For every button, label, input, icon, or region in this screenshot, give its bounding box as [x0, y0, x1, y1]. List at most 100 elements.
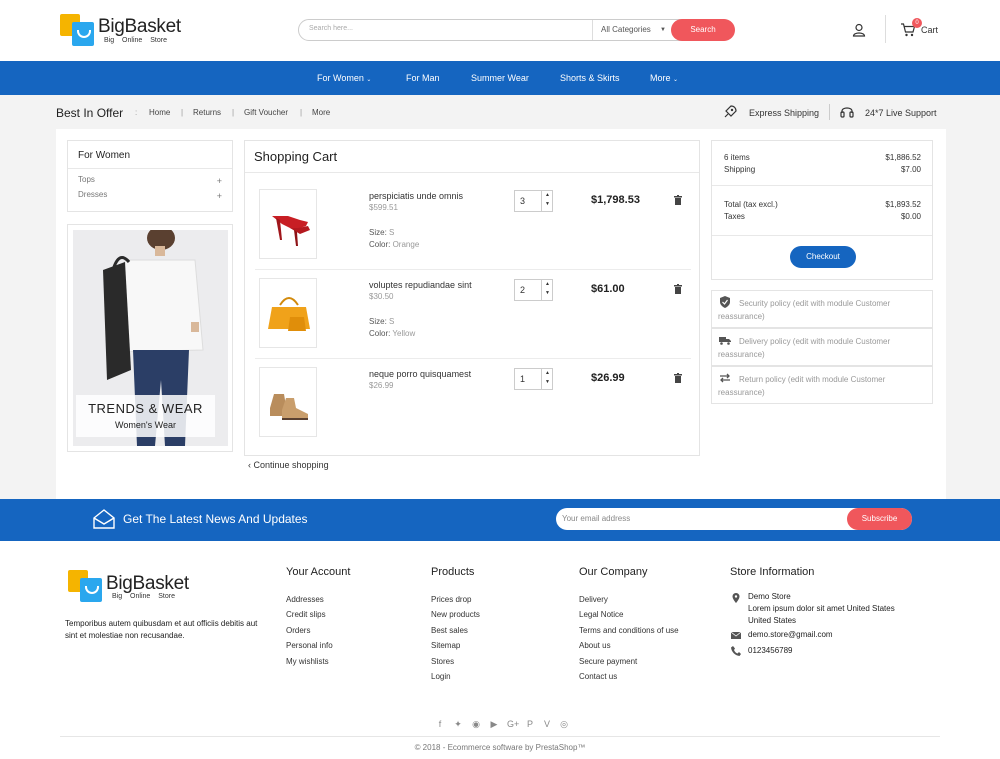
footer-link[interactable]: Addresses [286, 595, 324, 604]
quantity-stepper[interactable]: 3 ▲ ▼ [514, 190, 553, 212]
product-thumbnail[interactable] [259, 278, 317, 348]
footer-logo[interactable]: BigBasket Big Online Store [68, 567, 208, 607]
footer-link[interactable]: Orders [286, 626, 310, 635]
chevron-down-icon[interactable]: ▼ [545, 201, 550, 207]
newsletter-bar: Get The Latest News And Updates Your ema… [0, 499, 1000, 541]
quantity-arrows[interactable]: ▲ ▼ [541, 369, 553, 389]
footer-link[interactable]: Delivery [579, 595, 608, 604]
footer-link[interactable]: About us [579, 641, 611, 650]
footer-link[interactable]: Best sales [431, 626, 468, 635]
total-value: $1,893.52 [885, 200, 921, 209]
breadcrumb-separator: | [232, 108, 235, 117]
copyright: © 2018 - Ecommerce software by PrestaSho… [414, 743, 586, 752]
chevron-up-icon[interactable]: ▲ [545, 281, 550, 287]
nav-item-for-women[interactable]: For Women ⌄ [317, 61, 371, 95]
store-email[interactable]: demo.store@gmail.com [748, 629, 833, 641]
breadcrumb-returns[interactable]: Returns [193, 108, 221, 117]
quantity-arrows[interactable]: ▲ ▼ [541, 280, 553, 300]
reassurance-text: Security policy (edit with module Custom… [718, 299, 891, 321]
search-button[interactable]: Search [671, 19, 735, 41]
pinterest-icon[interactable]: P [525, 719, 535, 729]
quantity-arrows[interactable]: ▲ ▼ [541, 191, 553, 211]
category-item-dresses[interactable]: Dresses [78, 190, 107, 199]
footer-link[interactable]: Terms and conditions of use [579, 626, 679, 635]
expand-plus-icon[interactable]: + [217, 176, 222, 186]
footer-link[interactable]: Login [431, 672, 451, 681]
footer-link[interactable]: Sitemap [431, 641, 460, 650]
product-name[interactable]: voluptes repudiandae sint [369, 280, 472, 290]
search-input[interactable]: Search here... [309, 25, 353, 32]
footer-link[interactable]: Personal info [286, 641, 333, 650]
promo-banner[interactable]: TRENDS & WEAR Women's Wear [67, 224, 233, 452]
google-plus-icon[interactable]: G+ [507, 719, 519, 729]
newsletter-email-input[interactable]: Your email address [562, 514, 630, 523]
trash-icon[interactable] [674, 284, 682, 294]
logo-subtitle: Big Online Store [104, 37, 167, 44]
product-color: Color: Orange [369, 240, 420, 249]
promo-subtitle: Women's Wear [115, 420, 176, 430]
chevron-down-icon[interactable]: ▼ [545, 379, 550, 385]
brown-shoes-image [270, 394, 308, 420]
nav-item-summer-wear[interactable]: Summer Wear [471, 61, 529, 95]
quantity-value[interactable]: 3 [520, 196, 525, 206]
footer-link[interactable]: Credit slips [286, 610, 326, 619]
chevron-down-icon[interactable]: ▼ [545, 290, 550, 296]
twitter-icon[interactable]: ✦ [453, 719, 463, 729]
promo-caption: TRENDS & WEAR Women's Wear [76, 395, 215, 437]
quantity-stepper[interactable]: 1 ▲ ▼ [514, 368, 553, 390]
footer-link[interactable]: New products [431, 610, 480, 619]
footer-link[interactable]: My wishlists [286, 657, 329, 666]
subscribe-button[interactable]: Subscribe [847, 508, 912, 530]
nav-item-more[interactable]: More ⌄ [650, 61, 678, 95]
reassurance-text: Return policy (edit with module Customer… [718, 375, 886, 397]
trash-icon[interactable] [674, 373, 682, 383]
category-item-tops[interactable]: Tops [78, 175, 95, 184]
quantity-stepper[interactable]: 2 ▲ ▼ [514, 279, 553, 301]
category-title[interactable]: For Women [78, 150, 130, 161]
quantity-value[interactable]: 1 [520, 374, 525, 384]
nav-item-for-man[interactable]: For Man [406, 61, 440, 95]
chevron-up-icon[interactable]: ▲ [545, 192, 550, 198]
newsletter-form: Your email address Subscribe [556, 508, 912, 530]
rss-icon[interactable]: ◉ [471, 719, 481, 729]
footer-link[interactable]: Contact us [579, 672, 617, 681]
quantity-value[interactable]: 2 [520, 285, 525, 295]
nav-item-shorts-skirts[interactable]: Shorts & Skirts [560, 61, 620, 95]
reassurance-delivery: Delivery policy (edit with module Custom… [711, 328, 933, 366]
cart-summary: 6 items $1,886.52 Shipping $7.00 Total (… [711, 140, 933, 280]
product-thumbnail[interactable] [259, 367, 317, 437]
facebook-icon[interactable]: f [435, 719, 445, 729]
continue-shopping-link[interactable]: ‹ Continue shopping [248, 460, 329, 470]
footer-link[interactable]: Secure payment [579, 657, 637, 666]
envelope-icon [731, 631, 741, 639]
trash-icon[interactable] [674, 195, 682, 205]
store-country: United States [748, 616, 797, 625]
shopping-cart: Shopping Cart perspiciatis unde omnis $5… [244, 140, 700, 456]
cart-button[interactable]: 0 Cart [900, 18, 950, 42]
expand-plus-icon[interactable]: + [217, 191, 222, 201]
instagram-icon[interactable]: ◎ [559, 719, 569, 729]
footer-link[interactable]: Legal Notice [579, 610, 623, 619]
breadcrumb-gift-voucher[interactable]: Gift Voucher [244, 108, 288, 117]
row-divider [255, 358, 691, 359]
user-icon[interactable] [852, 23, 866, 37]
logo[interactable]: BigBasket Big Online Store [60, 12, 190, 50]
footer-heading-products: Products [431, 566, 475, 578]
breadcrumb-more[interactable]: More [312, 108, 330, 117]
search-category-select[interactable]: All Categories ▼ [592, 20, 672, 40]
chevron-up-icon[interactable]: ▲ [545, 370, 550, 376]
logo-title: BigBasket [106, 573, 189, 594]
product-name[interactable]: perspiciatis unde omnis [369, 191, 463, 201]
breadcrumb-separator: | [181, 108, 184, 117]
breadcrumb-home[interactable]: Home [149, 108, 170, 117]
footer-link[interactable]: Prices drop [431, 595, 471, 604]
reassurance-text: Delivery policy (edit with module Custom… [718, 337, 891, 359]
checkout-button[interactable]: Checkout [790, 246, 856, 268]
vimeo-icon[interactable]: V [542, 719, 552, 729]
product-thumbnail[interactable] [259, 189, 317, 259]
taxes-label: Taxes [724, 212, 745, 221]
youtube-icon[interactable]: ▶ [489, 719, 499, 729]
product-name[interactable]: neque porro quisquamest [369, 369, 471, 379]
footer-link[interactable]: Stores [431, 657, 454, 666]
promo-title: TRENDS & WEAR [88, 401, 203, 416]
